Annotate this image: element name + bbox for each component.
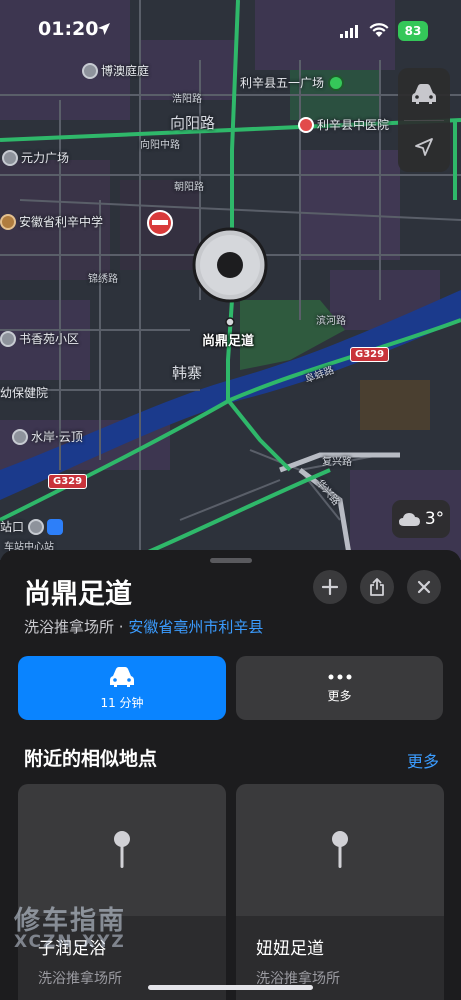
location-arrow-icon [98,23,110,35]
card-image [18,784,226,916]
map-mode-button[interactable] [398,68,450,120]
map-poi-shuxiangyuan[interactable]: 书香苑小区 [0,330,79,348]
map-street-binhe: 滨河路 [316,316,346,327]
map-street-chaoyang: 朝阳路 [174,182,204,193]
map-poi-bozhou[interactable]: 博澳庭庭 [82,62,149,80]
place-location-link[interactable]: 安徽省亳州市利辛县 [128,618,263,636]
pin-label: 尚鼎足道 [202,334,255,349]
more-actions-button[interactable]: 更多 [236,656,443,720]
ellipsis-icon [328,674,351,679]
battery-indicator: 83 [398,21,428,41]
highway-shield-g329: G329 [48,474,88,489]
nearby-more-link[interactable]: 更多 [407,748,439,772]
home-indicator[interactable] [148,985,313,990]
close-icon [417,580,431,594]
add-button[interactable] [313,570,347,604]
map-poi-yuanli[interactable]: 元力广场 [2,149,69,167]
map-area-hanzhai: 韩寨 [172,364,203,382]
place-category: 洗浴推拿场所 · [24,618,129,636]
nearby-card[interactable]: 妞妞足道 洗浴推拿场所 [236,784,444,1000]
poi-icon [2,149,18,166]
pin-icon [114,831,130,868]
cloud-icon [398,513,420,526]
map-view[interactable]: 博澳庭庭 利辛县五一广场 向阳路 利辛县中医院 向阳中路 元力广场 浩阳路 朝阳… [0,0,461,560]
card-image [236,784,444,916]
more-actions-label: 更多 [327,688,352,703]
map-street-fuxing: 复兴路 [322,457,352,468]
directions-time: 11 分钟 [100,695,144,710]
map-street-jinxiu: 锦绣路 [88,274,118,285]
car-icon [110,666,134,687]
watermark-url: XCZN.XYZ [14,932,126,952]
location-arrow-icon [415,138,433,156]
place-subtitle: 洗浴推拿场所 · 安徽省亳州市利辛县 [24,616,263,637]
pin-icon [332,831,348,868]
poi-icon [0,330,16,347]
poi-icon [82,62,98,79]
card-name: 妞妞足道 [256,939,324,959]
car-icon [412,84,436,104]
map-street-xiangyang: 向阳路 [170,114,216,132]
school-icon [0,213,16,230]
locate-me-button[interactable] [398,121,450,173]
share-button[interactable] [360,570,394,604]
poi-icon [12,428,28,445]
map-poi-station[interactable]: 站口 [0,518,66,536]
hospital-icon [298,116,314,133]
wifi-icon [369,23,389,37]
share-icon [370,578,384,596]
poi-icon [28,518,45,535]
bus-icon [47,518,64,535]
sheet-grabber[interactable] [210,558,252,563]
card-category: 洗浴推拿场所 [38,971,122,987]
directions-button[interactable]: 11 分钟 [18,656,226,720]
map-poi-wuyi-square[interactable]: 利辛县五一广场 [240,74,347,92]
map-poi-fuyou[interactable]: 幼保健院 [0,384,48,401]
nearby-card[interactable]: 子润足浴 洗浴推拿场所 [18,784,226,1000]
place-title: 尚鼎足道 [24,579,132,610]
nearby-section-title: 附近的相似地点 [24,748,158,770]
signal-icon [340,25,358,38]
map-street-jiefang: 浩阳路 [172,94,202,105]
highway-shield-g329: G329 [350,347,390,362]
weather-temp: 3° [424,509,445,529]
weather-badge: 3° [392,500,450,538]
status-bar: 01:20 83 [0,0,461,54]
park-icon [328,74,345,91]
map-controls [398,68,450,172]
status-time: 01:20 [38,18,99,40]
map-poi-lixin-school[interactable]: 安徽省利辛中学 [0,213,103,231]
map-street-xiangyang-zhong: 向阳中路 [140,140,180,151]
close-button[interactable] [407,570,441,604]
plus-icon [322,579,338,595]
map-poi-zhongyiyuan[interactable]: 利辛县中医院 [298,116,389,134]
map-poi-shuian[interactable]: 水岸·云顶 [12,428,83,446]
